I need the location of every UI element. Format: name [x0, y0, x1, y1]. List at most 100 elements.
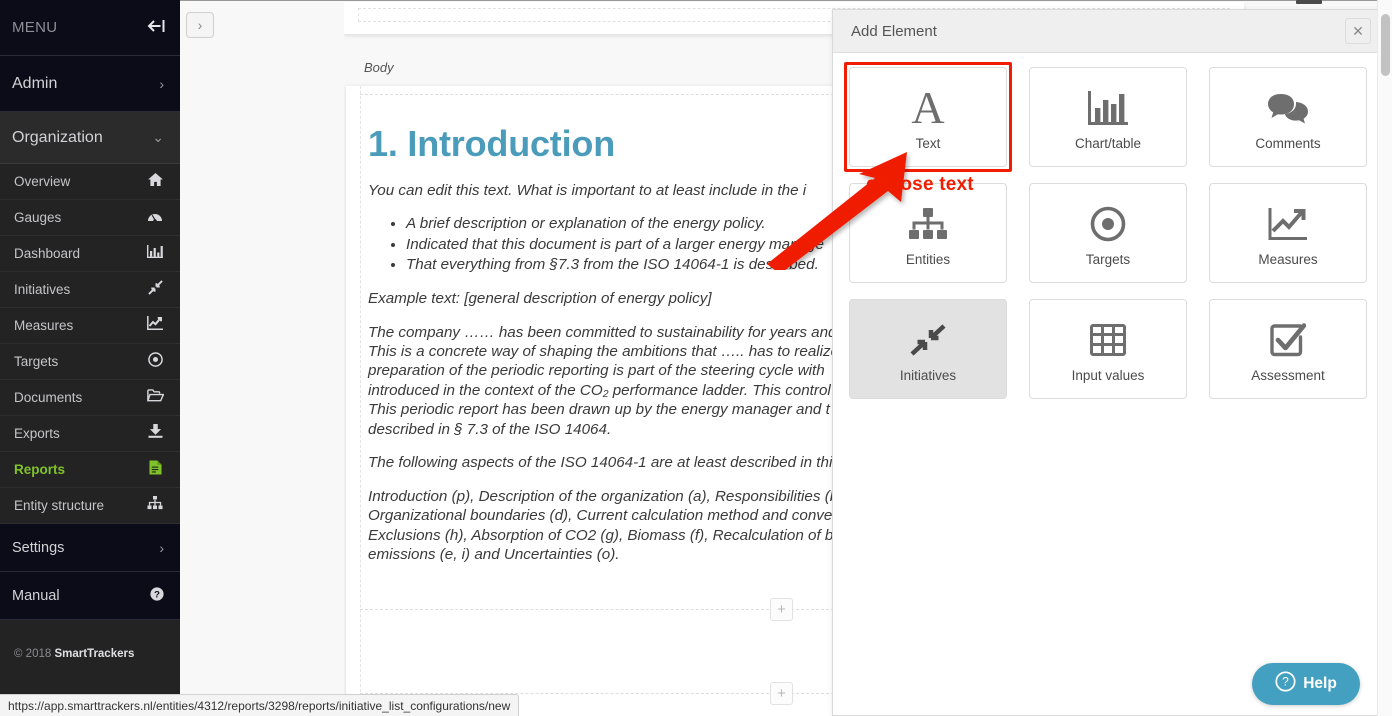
add-element-card-measures[interactable]: Measures	[1209, 183, 1367, 283]
card-wrap-comments: Comments	[1209, 67, 1367, 167]
add-element-card-chart-table[interactable]: Chart/table	[1029, 67, 1187, 167]
expand-sidebar-button[interactable]: ›	[186, 12, 214, 38]
chevron-right-icon: ›	[159, 75, 164, 92]
target-icon	[146, 351, 164, 372]
add-element-card-targets[interactable]: Targets	[1029, 183, 1187, 283]
sidebar-menu-header[interactable]: MENU	[0, 0, 180, 56]
document-heading[interactable]: 1. Introduction	[368, 123, 615, 165]
card-wrap-assessment: Assessment	[1209, 299, 1367, 399]
add-element-panel: Add Element ✕ A Text Chart/table Comment…	[832, 9, 1384, 716]
status-bar-url: https://app.smarttrackers.nl/entities/43…	[0, 694, 520, 716]
target-icon	[1090, 200, 1126, 248]
add-element-card-assessment[interactable]: Assessment	[1209, 299, 1367, 399]
sidebar-item-manual-label: Manual	[12, 587, 60, 604]
sidebar-section-settings-label: Settings	[12, 539, 65, 556]
sidebar-item-exports[interactable]: Exports	[0, 416, 180, 452]
paragraph-line: This is a concrete way of shaping the am…	[368, 343, 840, 361]
file-text-icon	[146, 460, 164, 480]
question-circle-icon: ?	[150, 587, 164, 604]
collapse-left-icon[interactable]	[147, 19, 166, 36]
add-element-card-input-values[interactable]: Input values	[1029, 299, 1187, 399]
chevron-right-icon: ›	[197, 17, 203, 33]
card-wrap-targets: Targets	[1029, 183, 1187, 283]
sidebar-item-manual[interactable]: Manual ?	[0, 572, 180, 620]
card-label: Input values	[1071, 367, 1145, 383]
card-label: Entities	[905, 251, 951, 267]
line-chart-icon	[146, 316, 164, 335]
sidebar-item-initiatives[interactable]: Initiatives	[0, 272, 180, 308]
card-wrap-measures: Measures	[1209, 183, 1367, 283]
sitemap-icon	[908, 200, 948, 248]
sidebar-item-label: Exports	[14, 426, 60, 441]
copyright-year: © 2018	[14, 648, 55, 660]
add-element-card-entities[interactable]: Entities	[849, 183, 1007, 283]
paragraph-line: Introduction (p), Description of the org…	[368, 487, 839, 505]
sidebar-item-label: Targets	[14, 354, 59, 369]
card-label: Assessment	[1251, 367, 1325, 383]
paragraph-line: Organizational boundaries (d), Current c…	[368, 507, 833, 525]
card-label: Chart/table	[1074, 135, 1142, 151]
sidebar-item-targets[interactable]: Targets	[0, 344, 180, 380]
page-scrollbar-thumb[interactable]	[1381, 14, 1390, 76]
check-square-icon	[1270, 316, 1306, 364]
panel-title: Add Element	[851, 22, 937, 40]
line-chart-icon	[1268, 200, 1308, 248]
card-wrap-initiatives: Initiatives	[849, 299, 1007, 399]
add-element-card-comments[interactable]: Comments	[1209, 67, 1367, 167]
sidebar-item-entity-structure[interactable]: Entity structure	[0, 488, 180, 524]
paragraph-line: introduced in the context of the CO₂ per…	[368, 381, 831, 399]
sidebar-menu-label: MENU	[12, 19, 58, 36]
sidebar-group-organization[interactable]: Organization ⌄	[0, 112, 180, 164]
sidebar-item-gauges[interactable]: Gauges	[0, 200, 180, 236]
sidebar-group-organization-label: Organization	[12, 128, 103, 146]
sidebar-section-admin-label: Admin	[12, 74, 58, 92]
sidebar-item-reports[interactable]: Reports	[0, 452, 180, 488]
download-icon	[146, 424, 164, 443]
paragraph-line: This periodic report has been drawn up b…	[368, 401, 830, 419]
svg-text:?: ?	[154, 589, 160, 600]
document-body-label: Body	[364, 60, 394, 75]
sitemap-icon	[146, 496, 164, 515]
sidebar-section-settings[interactable]: Settings ›	[0, 524, 180, 572]
help-button-label: Help	[1303, 675, 1337, 692]
chevron-right-icon: ›	[159, 539, 164, 556]
sidebar-item-label: Dashboard	[14, 246, 81, 261]
sidebar-item-label: Entity structure	[14, 498, 105, 513]
arrows-collapse-icon	[910, 316, 946, 364]
sidebar-item-dashboard[interactable]: Dashboard	[0, 236, 180, 272]
browser-top-stub	[1296, 0, 1322, 4]
page-scrollbar[interactable]	[1377, 0, 1392, 716]
content-gutter	[180, 0, 344, 716]
add-element-button-2[interactable]: +	[770, 682, 793, 705]
sidebar-item-label: Reports	[14, 462, 66, 477]
sidebar-item-measures[interactable]: Measures	[0, 308, 180, 344]
question-circle-icon: ?	[1275, 671, 1296, 697]
sidebar-item-label: Gauges	[14, 210, 62, 225]
add-element-button-1[interactable]: +	[770, 598, 793, 621]
paragraph-line: Exclusions (h), Absorption of CO2 (g), B…	[368, 526, 850, 544]
sidebar-item-overview[interactable]: Overview	[0, 164, 180, 200]
card-wrap-input-values: Input values	[1029, 299, 1187, 399]
plus-icon: +	[777, 685, 786, 702]
close-panel-button[interactable]: ✕	[1345, 18, 1371, 44]
home-icon	[146, 172, 164, 191]
sidebar-section-admin[interactable]: Admin ›	[0, 56, 180, 112]
sidebar: MENU Admin › Organization ⌄ Overview Gau…	[0, 0, 180, 716]
svg-text:?: ?	[1282, 675, 1289, 689]
copyright-brand: SmartTrackers	[54, 648, 135, 660]
sidebar-item-label: Documents	[14, 390, 83, 405]
help-button[interactable]: ? Help	[1252, 663, 1360, 705]
sidebar-item-label: Overview	[14, 174, 71, 189]
paragraph-line: described in § 7.3 of the ISO 14064.	[368, 420, 612, 438]
card-wrap-chart-table: Chart/table	[1029, 67, 1187, 167]
paragraph-line: preparation of the periodic reporting is…	[368, 362, 825, 380]
sidebar-item-documents[interactable]: Documents	[0, 380, 180, 416]
plus-icon: +	[777, 601, 786, 618]
arrows-collapse-icon	[146, 279, 164, 300]
paragraph-line: emissions (e, i) and Uncertainties (o).	[368, 546, 620, 564]
sidebar-item-label: Measures	[14, 318, 74, 333]
add-element-panel-header: Add Element ✕	[833, 10, 1383, 53]
add-element-card-text[interactable]: A Text	[849, 67, 1007, 167]
gauge-icon	[146, 209, 164, 227]
add-element-card-initiatives[interactable]: Initiatives	[849, 299, 1007, 399]
